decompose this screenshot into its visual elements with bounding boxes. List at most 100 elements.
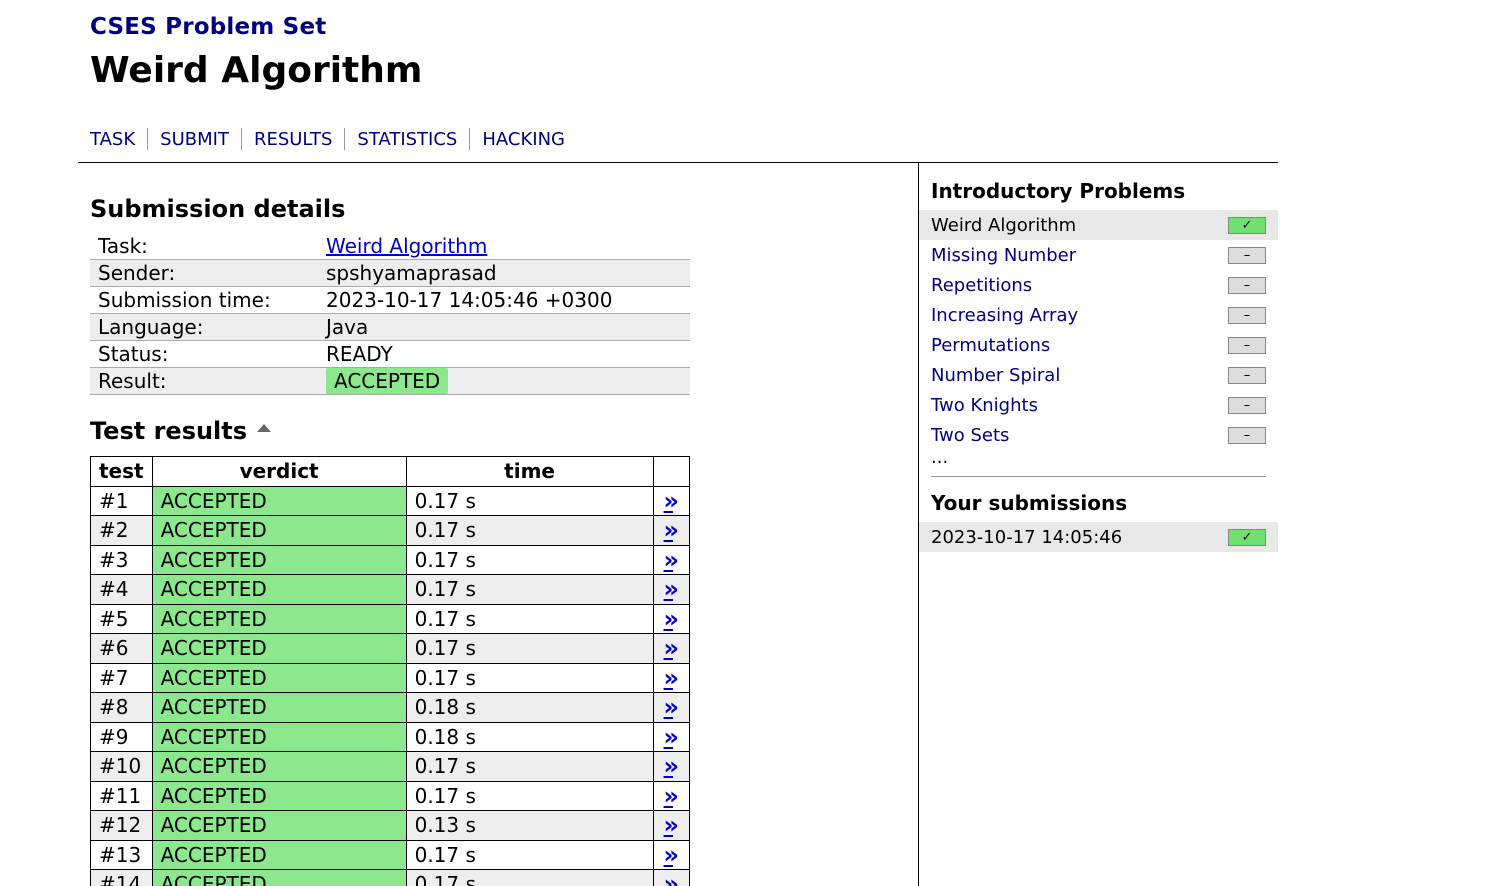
test-verdict: ACCEPTED — [151, 692, 407, 723]
view-test-arrow-icon[interactable]: » — [664, 546, 680, 574]
test-id: #7 — [90, 662, 153, 693]
view-test-arrow-icon[interactable]: » — [664, 487, 680, 515]
problem-item[interactable]: Weird Algorithm ✓ — [919, 210, 1278, 240]
test-row: #6 ACCEPTED 0.17 s » — [90, 633, 691, 664]
test-row: #10 ACCEPTED 0.17 s » — [90, 751, 691, 782]
result-badge: ACCEPTED — [326, 368, 449, 394]
collapse-arrow-icon[interactable] — [257, 424, 272, 432]
sidebar: Introductory Problems Weird Algorithm ✓ Mi… — [919, 163, 1278, 552]
test-results-body: #1 ACCEPTED 0.17 s» #2 ACCEPTED 0.17 s» #3 ACCE… — [90, 485, 691, 886]
test-id: #10 — [90, 751, 153, 782]
test-detail-cell: » — [652, 721, 691, 752]
test-time: 0.17 s — [405, 574, 654, 605]
view-test-arrow-icon[interactable]: » — [664, 782, 680, 810]
test-row: #1 ACCEPTED 0.17 s » — [90, 485, 691, 516]
test-detail-cell: » — [652, 633, 691, 664]
problem-link[interactable]: Missing Number — [931, 245, 1076, 266]
dash-icon: – — [1228, 246, 1266, 264]
test-id: #9 — [90, 721, 153, 752]
problem-item[interactable]: Two Knights – — [919, 390, 1278, 420]
test-time: 0.17 s — [405, 751, 654, 782]
nav-task-link[interactable]: TASK — [90, 129, 135, 150]
test-detail-cell: » — [652, 485, 691, 516]
problem-link[interactable]: Increasing Array — [931, 305, 1078, 326]
site-title-link[interactable]: CSES Problem Set — [90, 14, 326, 40]
problem-item[interactable]: Two Sets – — [919, 420, 1278, 450]
dash-icon: – — [1228, 366, 1266, 384]
test-time: 0.17 s — [405, 839, 654, 870]
problem-link[interactable]: Repetitions — [931, 275, 1032, 296]
details-row-language: Language: Java — [90, 313, 690, 341]
test-id: #1 — [90, 485, 153, 516]
test-verdict: ACCEPTED — [151, 751, 407, 782]
test-verdict: ACCEPTED — [151, 603, 407, 634]
problem-link[interactable]: Permutations — [931, 335, 1050, 356]
details-label: Language: — [90, 313, 318, 341]
test-detail-cell: » — [652, 751, 691, 782]
view-test-arrow-icon[interactable]: » — [664, 693, 680, 721]
view-test-arrow-icon[interactable]: » — [664, 723, 680, 751]
nav-hacking-link[interactable]: HACKING — [482, 129, 565, 150]
submission-item[interactable]: 2023-10-17 14:05:46 ✓ — [919, 522, 1278, 552]
test-id: #6 — [90, 633, 153, 664]
nav-submit-link[interactable]: SUBMIT — [160, 129, 229, 150]
test-detail-cell: » — [652, 662, 691, 693]
check-icon: ✓ — [1228, 216, 1266, 234]
test-verdict: ACCEPTED — [151, 869, 407, 886]
test-row: #2 ACCEPTED 0.17 s » — [90, 515, 691, 546]
test-id: #8 — [90, 692, 153, 723]
more-problems-ellipsis: ... — [931, 447, 949, 468]
test-verdict: ACCEPTED — [151, 810, 407, 841]
problem-item[interactable]: Increasing Array – — [919, 300, 1278, 330]
test-verdict: ACCEPTED — [151, 839, 407, 870]
view-test-arrow-icon[interactable]: » — [664, 575, 680, 603]
test-row: #13 ACCEPTED 0.17 s » — [90, 839, 691, 870]
submission-details-heading: Submission details — [90, 195, 346, 223]
problem-link[interactable]: Two Knights — [931, 395, 1038, 416]
view-test-arrow-icon[interactable]: » — [664, 634, 680, 662]
test-id: #14 — [90, 869, 153, 886]
problem-link[interactable]: Two Sets — [931, 425, 1009, 446]
column-header-action — [652, 456, 691, 487]
test-verdict: ACCEPTED — [151, 633, 407, 664]
test-detail-cell: » — [652, 692, 691, 723]
details-label: Status: — [90, 340, 318, 368]
dash-icon: – — [1228, 336, 1266, 354]
test-detail-cell: » — [652, 839, 691, 870]
test-verdict: ACCEPTED — [151, 721, 407, 752]
problem-item[interactable]: Permutations – — [919, 330, 1278, 360]
nav-results-link[interactable]: RESULTS — [254, 129, 332, 150]
details-label: Task: — [90, 233, 318, 260]
view-test-arrow-icon[interactable]: » — [664, 516, 680, 544]
view-test-arrow-icon[interactable]: » — [664, 605, 680, 633]
problem-item[interactable]: Repetitions – — [919, 270, 1278, 300]
dash-icon: – — [1228, 426, 1266, 444]
view-test-arrow-icon[interactable]: » — [664, 752, 680, 780]
test-time: 0.17 s — [405, 662, 654, 693]
test-id: #12 — [90, 810, 153, 841]
test-results-header-row: test verdict time — [90, 456, 691, 487]
task-nav: TASK SUBMIT RESULTS STATISTICS HACKING — [90, 128, 565, 150]
dash-icon: – — [1228, 396, 1266, 414]
problem-item[interactable]: Missing Number – — [919, 240, 1278, 270]
nav-statistics-link[interactable]: STATISTICS — [357, 129, 457, 150]
test-id: #13 — [90, 839, 153, 870]
details-value: READY — [318, 340, 690, 368]
test-results-heading: Test results — [90, 417, 248, 445]
nav-separator — [344, 128, 346, 150]
view-test-arrow-icon[interactable]: » — [664, 664, 680, 692]
problem-item[interactable]: Number Spiral – — [919, 360, 1278, 390]
problem-name: Weird Algorithm — [931, 214, 1077, 236]
view-test-arrow-icon[interactable]: » — [664, 811, 680, 839]
view-test-arrow-icon[interactable]: » — [664, 841, 680, 869]
nav-separator — [147, 128, 149, 150]
test-row: #14 ACCEPTED 0.17 s » — [90, 869, 691, 886]
view-test-arrow-icon[interactable]: » — [664, 870, 680, 886]
test-time: 0.17 s — [405, 485, 654, 516]
test-row: #11 ACCEPTED 0.17 s » — [90, 780, 691, 811]
test-time: 0.17 s — [405, 780, 654, 811]
task-link[interactable]: Weird Algorithm — [326, 234, 487, 258]
test-detail-cell: » — [652, 810, 691, 841]
details-row-sender: Sender: spshyamaprasad — [90, 259, 690, 287]
problem-link[interactable]: Number Spiral — [931, 365, 1060, 386]
